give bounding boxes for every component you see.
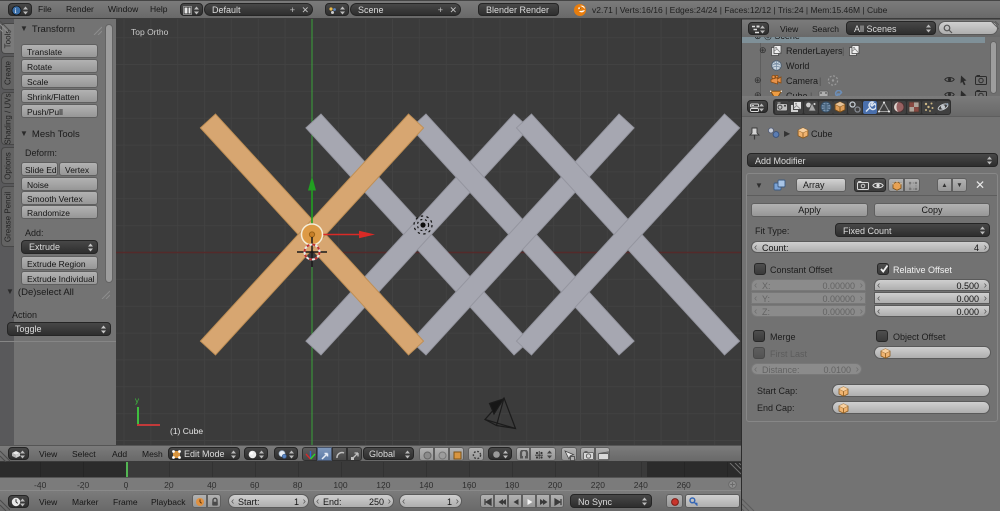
svg-text:i: i xyxy=(15,7,17,15)
svg-text:y: y xyxy=(135,396,139,405)
